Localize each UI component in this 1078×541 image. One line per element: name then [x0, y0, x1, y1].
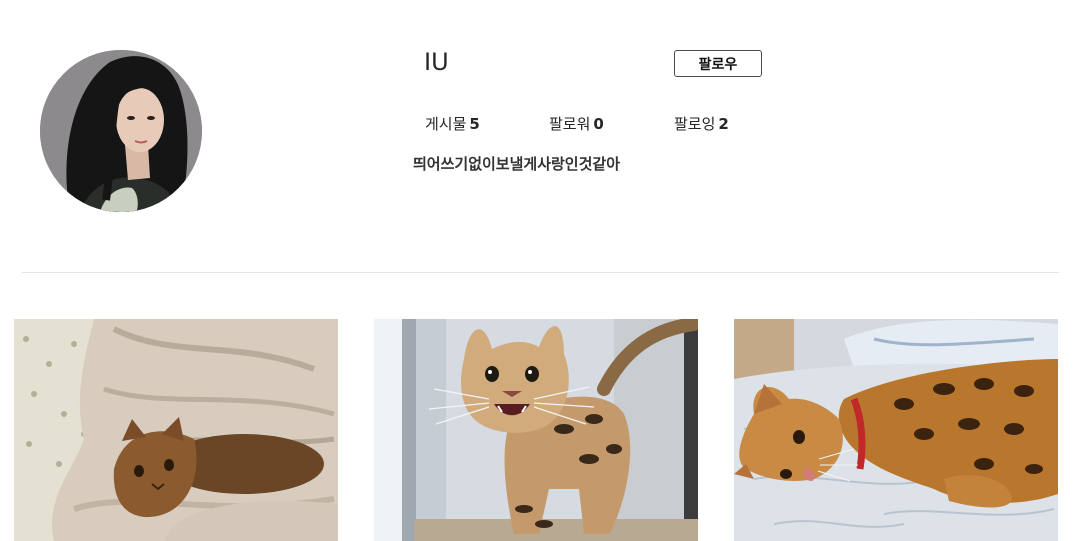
stat-posts-count: 5 [469, 115, 480, 133]
stat-following-count: 2 [718, 115, 729, 133]
post-thumbnail[interactable] [14, 319, 338, 541]
stat-followers[interactable]: 팔로워 0 [549, 113, 604, 134]
post-thumbnail[interactable] [734, 319, 1058, 541]
stat-following-label: 팔로잉 [674, 115, 716, 133]
stat-followers-count: 0 [593, 115, 604, 133]
stat-posts: 게시물 5 [425, 113, 480, 134]
post-thumbnail[interactable] [374, 319, 698, 541]
post-image [14, 319, 338, 541]
section-divider [22, 272, 1059, 273]
stat-posts-label: 게시물 [425, 115, 467, 133]
follow-button[interactable]: 팔로우 [674, 50, 762, 77]
stat-followers-label: 팔로워 [549, 115, 591, 133]
stat-following[interactable]: 팔로잉 2 [674, 113, 729, 134]
avatar-image [40, 50, 202, 212]
post-image [374, 319, 698, 541]
post-image [734, 319, 1058, 541]
profile-bio: 띄어쓰기없이보낼게사랑인것같아 [413, 155, 621, 173]
profile-username: IU [424, 48, 449, 76]
profile-avatar[interactable] [40, 50, 202, 212]
